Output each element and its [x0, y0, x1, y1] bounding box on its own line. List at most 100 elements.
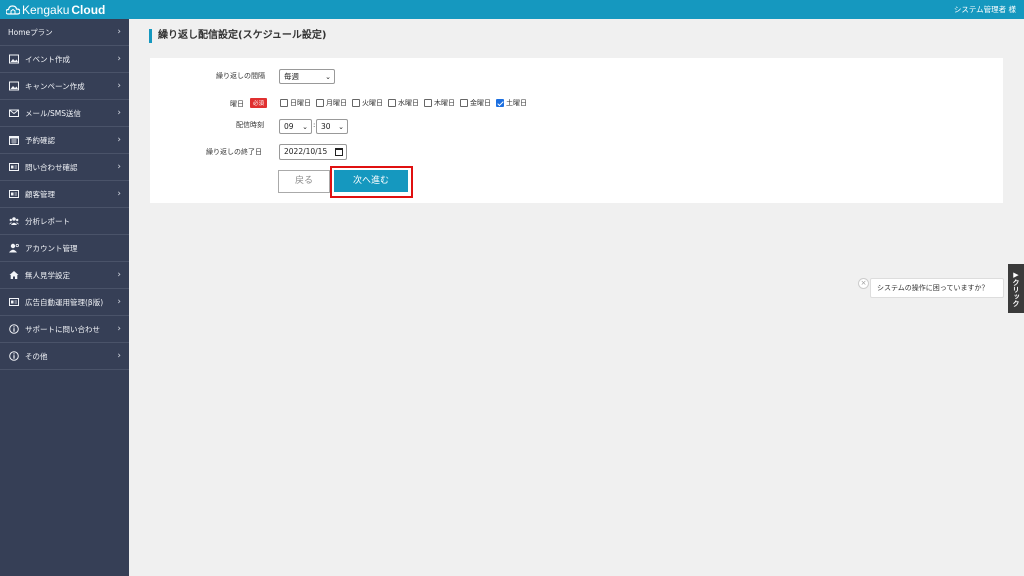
top-bar: Kengaku Cloud システム管理者 様 [0, 0, 1024, 19]
end-date-label: 繰り返しの終了日 [206, 148, 262, 156]
sidebar-item-support[interactable]: サポートに問い合わせ › [0, 316, 129, 343]
help-bubble[interactable]: システムの操作に困っていますか？ [870, 278, 1004, 298]
id-card-icon [8, 297, 19, 308]
sidebar-item-label: アカウント管理 [25, 243, 78, 253]
weekday-text: 日曜日 [290, 99, 311, 107]
chevron-right-icon: › [117, 270, 121, 280]
sidebar-item-event[interactable]: イベント作成 › [0, 46, 129, 73]
id-card-icon [8, 189, 19, 200]
interval-select[interactable]: 毎週 ⌄ [279, 69, 335, 84]
close-icon[interactable]: × [858, 278, 869, 289]
time-separator: : [313, 121, 316, 129]
weekday-text: 土曜日 [506, 99, 527, 107]
weekday-tuesday[interactable]: 火曜日 [352, 98, 383, 108]
sidebar-item-account[interactable]: アカウント管理 [0, 235, 129, 262]
sidebar-item-other[interactable]: その他 › [0, 343, 129, 370]
chevron-right-icon: › [117, 54, 121, 64]
sidebar-item-label: メール/SMS送信 [25, 108, 82, 118]
weekday-wednesday[interactable]: 水曜日 [388, 98, 419, 108]
sidebar-item-label: イベント作成 [25, 54, 70, 64]
info-icon [8, 351, 19, 362]
sidebar-item-customers[interactable]: 顧客管理 › [0, 181, 129, 208]
weekday-monday[interactable]: 月曜日 [316, 98, 347, 108]
weekday-label: 曜日 [230, 100, 244, 108]
sidebar-item-label: 広告自動運用管理(β版) [25, 297, 104, 307]
chevron-right-icon: › [117, 351, 121, 361]
checkbox[interactable] [352, 99, 360, 107]
checkbox[interactable] [424, 99, 432, 107]
logo-text-bold: Cloud [71, 2, 106, 17]
calendar-icon[interactable] [335, 148, 343, 156]
chevron-right-icon: › [117, 108, 121, 118]
chevron-right-icon: › [117, 189, 121, 199]
weekday-text: 月曜日 [326, 99, 347, 107]
weekday-checkboxes: 日曜日 月曜日 火曜日 水曜日 木曜日 金曜日 土曜日 [280, 98, 532, 108]
sidebar-item-home-plan[interactable]: Homeプラン › [0, 19, 129, 46]
minute-select-value: 30 [321, 122, 331, 131]
sidebar-item-ad-management[interactable]: 広告自動運用管理(β版) › [0, 289, 129, 316]
sidebar-item-label: キャンペーン作成 [25, 81, 85, 91]
weekday-sunday[interactable]: 日曜日 [280, 98, 311, 108]
sidebar-item-label: 無人見学設定 [25, 270, 70, 280]
sidebar-item-inquiry[interactable]: 問い合わせ確認 › [0, 154, 129, 181]
user-name[interactable]: システム管理者 様 [954, 4, 1016, 15]
weekday-saturday[interactable]: 土曜日 [496, 98, 527, 108]
checkbox-checked[interactable] [496, 99, 504, 107]
chevron-right-icon: › [117, 324, 121, 334]
sidebar-item-label: 問い合わせ確認 [25, 162, 78, 172]
info-icon [8, 324, 19, 335]
checkbox[interactable] [316, 99, 324, 107]
weekday-label-group: 曜日 必須 [230, 98, 268, 109]
logo[interactable]: Kengaku Cloud [6, 2, 105, 17]
users-icon [8, 216, 19, 227]
weekday-thursday[interactable]: 木曜日 [424, 98, 455, 108]
cloud-house-icon [6, 4, 20, 15]
weekday-text: 金曜日 [470, 99, 491, 107]
sidebar-item-label: 分析レポート [25, 216, 70, 226]
time-label: 配信時刻 [236, 121, 264, 129]
image-icon [8, 81, 19, 92]
back-button[interactable]: 戻る [278, 170, 330, 193]
chevron-right-icon: › [117, 135, 121, 145]
sidebar: Homeプラン › イベント作成 › キャンペーン作成 › メール/SMS送信 … [0, 19, 129, 576]
sidebar-item-label: サポートに問い合わせ [25, 324, 100, 334]
weekday-text: 木曜日 [434, 99, 455, 107]
end-date-value: 2022/10/15 [284, 147, 328, 156]
chevron-down-icon: ⌄ [302, 123, 308, 131]
weekday-friday[interactable]: 金曜日 [460, 98, 491, 108]
sidebar-item-reservation[interactable]: 予約確認 › [0, 127, 129, 154]
help-click-tab[interactable]: ▶クリック [1008, 264, 1024, 313]
chevron-down-icon: ⌄ [325, 73, 331, 81]
chevron-right-icon: › [117, 27, 121, 37]
image-icon [8, 54, 19, 65]
chevron-right-icon: › [117, 297, 121, 307]
sidebar-item-mail-sms[interactable]: メール/SMS送信 › [0, 100, 129, 127]
minute-select[interactable]: 30 ⌄ [316, 119, 348, 134]
user-gear-icon [8, 243, 19, 254]
hour-select-value: 09 [284, 122, 294, 131]
sidebar-item-label: 顧客管理 [25, 189, 55, 199]
sidebar-item-unmanned-tour[interactable]: 無人見学設定 › [0, 262, 129, 289]
required-badge: 必須 [250, 98, 268, 108]
id-card-icon [8, 162, 19, 173]
hour-select[interactable]: 09 ⌄ [279, 119, 312, 134]
weekday-text: 火曜日 [362, 99, 383, 107]
sidebar-item-label: 予約確認 [25, 135, 55, 145]
end-date-input[interactable]: 2022/10/15 [279, 144, 347, 160]
weekday-text: 水曜日 [398, 99, 419, 107]
interval-select-value: 毎週 [284, 72, 299, 81]
checkbox[interactable] [388, 99, 396, 107]
sidebar-item-label: その他 [25, 351, 48, 361]
page-title: 繰り返し配信設定(スケジュール設定) [149, 29, 326, 43]
interval-label: 繰り返しの間隔 [216, 72, 265, 80]
sidebar-item-reports[interactable]: 分析レポート [0, 208, 129, 235]
chevron-right-icon: › [117, 162, 121, 172]
checkbox[interactable] [460, 99, 468, 107]
checkbox[interactable] [280, 99, 288, 107]
sidebar-item-campaign[interactable]: キャンペーン作成 › [0, 73, 129, 100]
logo-text-light: Kengaku [22, 2, 70, 17]
next-button[interactable]: 次へ進む [334, 170, 408, 192]
chevron-right-icon: › [117, 81, 121, 91]
home-icon [8, 270, 19, 281]
sidebar-item-label: Homeプラン [8, 27, 53, 37]
